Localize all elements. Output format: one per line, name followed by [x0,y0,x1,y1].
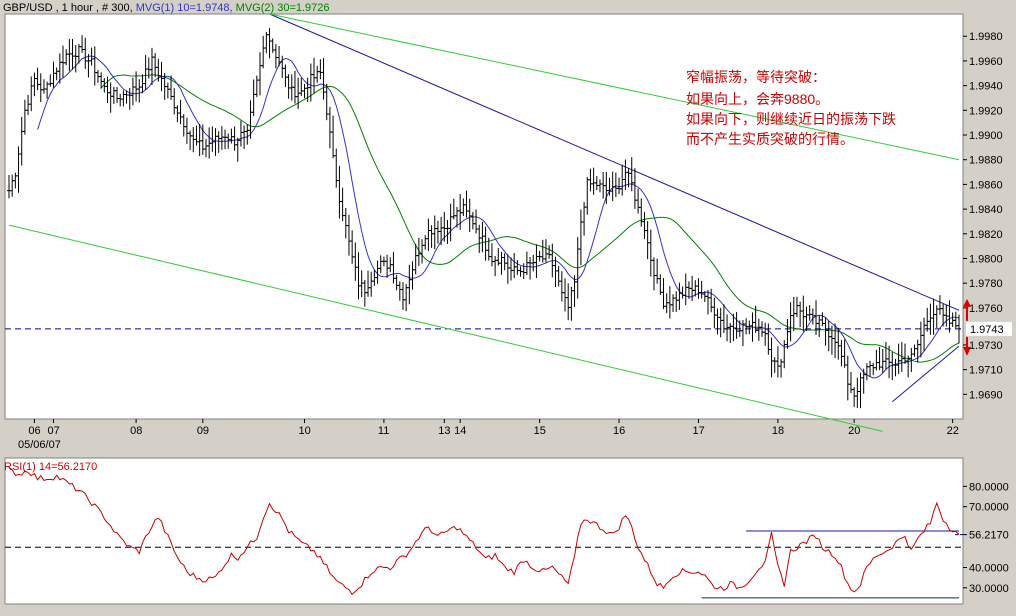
current-price-label: 1.9743 [970,324,1004,336]
price-tick-label: 1.9900 [969,130,1003,142]
price-tick-label: 1.9690 [969,389,1003,401]
annotation-line-3: 如果向下，则继续近日的振荡下跌 [686,111,896,127]
price-tick-label: 1.9780 [969,278,1003,290]
legend-mvg2: MVG(2) 30=1.9726 [236,2,330,14]
price-tick-label: 1.9840 [969,204,1003,216]
price-tick-label: 1.9820 [969,229,1003,241]
price-tick-label: 1.9710 [969,365,1003,377]
rsi-legend: RSI(1) 14=56.2170 [4,461,97,473]
annotation-line-1: 窄幅振荡，等待突破： [686,69,826,85]
legend-mvg1: MVG(1) 10=1.9748, [136,2,236,14]
date-label: 16 [613,425,625,437]
date-label: 20 [848,425,860,437]
date-label: 07 [47,425,59,437]
chart-legend: GBP/USD , 1 hour , # 300, MVG(1) 10=1.97… [3,2,330,14]
price-tick-label: 1.9920 [969,105,1003,117]
date-label: 06 [28,425,40,437]
date-label: 08 [130,425,142,437]
date-label: 22 [947,425,959,437]
price-tick-label: 1.9940 [969,81,1003,93]
annotation-line-2: 如果向上，会奔9880。 [686,91,829,107]
price-tick-label: 1.9960 [969,56,1003,68]
date-label: 18 [772,425,784,437]
date-label: 13 [438,425,450,437]
chart-window: 1.9980 1.9960 1.9940 1.9920 1.9900 1.9880 1.98… [0,0,1016,611]
date-label: 17 [692,425,704,437]
annotation-line-4: 而不产生实质突破的行情。 [686,131,854,147]
start-date-label: 05/06/07 [18,439,61,451]
price-tick-label: 1.9860 [969,179,1003,191]
date-label: 14 [454,425,466,437]
date-label: 09 [197,425,209,437]
rsi-tick-label: 80.0000 [969,481,1009,493]
date-label: 10 [298,425,310,437]
price-tick-label: 1.9730 [969,340,1003,352]
rsi-tick-label: 30.0000 [969,583,1009,595]
rsi-tick-label: 40.0000 [969,563,1009,575]
rsi-tick-label: 70.0000 [969,502,1009,514]
date-label: 15 [534,425,546,437]
price-tick-label: 1.9760 [969,303,1003,315]
price-tick-label: 1.9880 [969,155,1003,167]
rsi-tick-label: 56.2170 [969,530,1009,542]
legend-symbol: GBP/USD , 1 hour , # 300, [3,2,136,14]
chart-canvas: 1.9980 1.9960 1.9940 1.9920 1.9900 1.9880 1.98… [0,0,1016,605]
price-tick-label: 1.9980 [969,31,1003,43]
date-label: 11 [378,425,389,437]
price-tick-label: 1.9800 [969,253,1003,265]
